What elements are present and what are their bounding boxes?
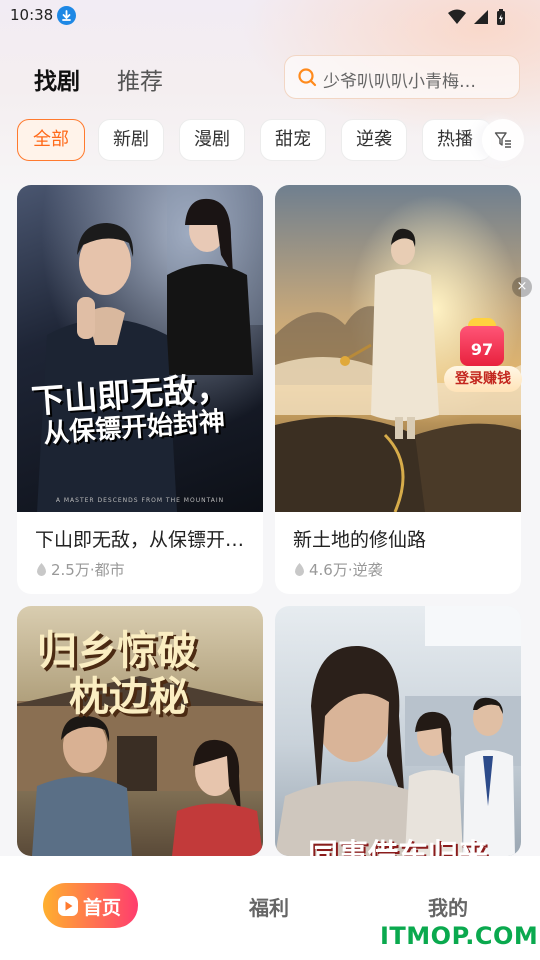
drama-card[interactable]: 下山即无敌， 从保镖开始封神 A MASTER DESCENDS FROM TH…	[17, 185, 263, 594]
status-time: 10:38	[10, 6, 54, 24]
drama-poster: 同事借车归来	[275, 606, 521, 856]
battery-icon	[497, 8, 505, 25]
drama-meta: 2.5万·都市	[35, 559, 125, 580]
drama-genre: 都市	[94, 561, 125, 579]
search-icon	[298, 68, 317, 87]
wifi-icon	[447, 9, 466, 24]
reward-amount: 97	[460, 326, 504, 366]
watermark: ITMOP.COM	[380, 922, 539, 950]
category-chips: 全部 新剧 漫剧 甜宠 逆袭 热播	[0, 119, 540, 163]
flame-icon	[37, 563, 46, 576]
search-input[interactable]: 少爷叭叭叭小青梅…	[284, 55, 520, 99]
drama-poster: 下山即无敌， 从保镖开始封神 A MASTER DESCENDS FROM TH…	[17, 185, 263, 512]
poster-title-line1: 同事借车归来	[308, 838, 488, 856]
play-icon	[58, 896, 78, 916]
poster-caption: A MASTER DESCENDS FROM THE MOUNTAIN	[55, 497, 225, 504]
search-placeholder: 少爷叭叭叭小青梅…	[323, 72, 476, 92]
nav-welfare[interactable]: 福利	[249, 892, 289, 921]
flame-icon	[295, 563, 304, 576]
filter-icon	[494, 132, 511, 148]
signal-icon	[473, 9, 488, 24]
bottom-navigation: 首页 福利 我的 ITMOP.COM	[0, 856, 540, 960]
download-icon	[57, 6, 76, 25]
tab-recommend[interactable]: 推荐	[117, 62, 163, 96]
drama-card[interactable]: 同事借车归来	[275, 606, 521, 856]
close-icon[interactable]: ×	[512, 277, 532, 297]
drama-views: 4.6万	[309, 561, 348, 579]
chip-new[interactable]: 新剧	[98, 119, 164, 161]
nav-home-button[interactable]: 首页	[43, 883, 138, 928]
chip-all[interactable]: 全部	[17, 119, 85, 161]
poster-title-line2: 枕边秘	[69, 673, 189, 720]
status-bar: 10:38	[0, 0, 540, 32]
filter-button[interactable]	[482, 119, 524, 161]
chip-comeback[interactable]: 逆袭	[341, 119, 407, 161]
nav-mine[interactable]: 我的	[428, 892, 468, 921]
chip-comic[interactable]: 漫剧	[179, 119, 245, 161]
drama-genre: 逆袭	[352, 561, 383, 579]
tab-find-drama[interactable]: 找剧	[34, 62, 80, 96]
drama-poster: 归乡惊破 枕边秘	[17, 606, 263, 856]
drama-title: 下山即无敌，从保镖开始封神	[35, 529, 249, 551]
login-reward-widget[interactable]: 97 登录赚钱	[444, 318, 522, 394]
drama-meta: 4.6万·逆袭	[293, 559, 383, 580]
chip-sweet[interactable]: 甜宠	[260, 119, 326, 161]
drama-views: 2.5万	[51, 561, 90, 579]
drama-title: 新土地的修仙路	[293, 529, 427, 551]
reward-label: 登录赚钱	[444, 366, 522, 392]
drama-card[interactable]: 归乡惊破 枕边秘	[17, 606, 263, 856]
nav-home-label: 首页	[83, 897, 122, 919]
system-icons	[446, 6, 506, 26]
